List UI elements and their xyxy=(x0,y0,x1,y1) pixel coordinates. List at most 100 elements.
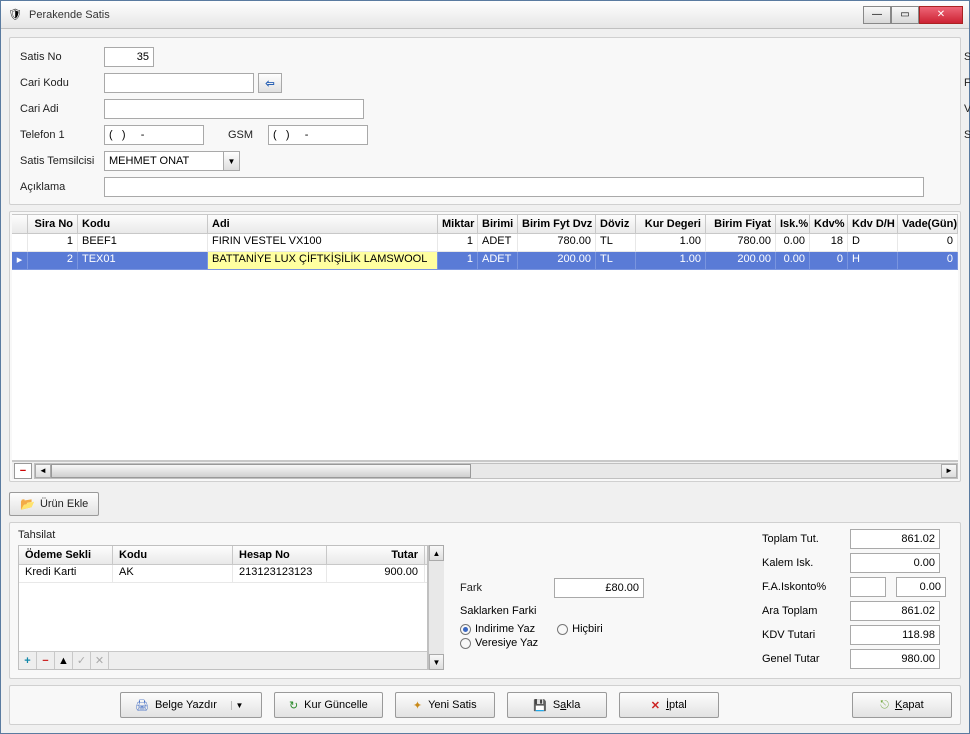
urun-ekle-button[interactable]: 📂Ürün Ekle xyxy=(9,492,99,516)
cell-odeme[interactable]: Kredi Karti xyxy=(19,565,113,582)
table-row[interactable]: 1BEEF1FIRIN VESTEL VX1001ADET780.00TL1.0… xyxy=(12,234,958,252)
cell-kur[interactable]: 1.00 xyxy=(636,252,706,270)
genel-tutar-value[interactable] xyxy=(850,649,940,669)
cell-hesap[interactable]: 213123123123 xyxy=(233,565,327,582)
cell-vade[interactable]: 0 xyxy=(898,252,958,270)
chevron-down-icon[interactable]: ▼ xyxy=(231,701,247,710)
cell-bfd[interactable]: 200.00 xyxy=(518,252,596,270)
table-row[interactable]: Kredi KartiAK213123123123900.00 xyxy=(19,565,427,583)
kalem-isk-value[interactable] xyxy=(850,553,940,573)
cell-doviz[interactable]: TL xyxy=(596,252,636,270)
label-aciklama: Açıklama xyxy=(20,181,100,193)
cell-tutar[interactable]: 900.00 xyxy=(327,565,425,582)
tcol-odeme[interactable]: Ödeme Sekli xyxy=(19,546,113,564)
cari-kodu-lookup-button[interactable]: ⇦ xyxy=(258,73,282,93)
fa-iskonto-value[interactable] xyxy=(896,577,946,597)
kur-guncelle-button[interactable]: ↻Kur Güncelle xyxy=(274,692,383,718)
tahsilat-grid-body[interactable]: Kredi KartiAK213123123123900.00 xyxy=(19,565,427,651)
maximize-button[interactable]: ▭ xyxy=(891,6,919,24)
cari-kodu-input[interactable] xyxy=(104,73,254,93)
col-sira[interactable]: Sira No xyxy=(28,215,78,233)
aciklama-input[interactable] xyxy=(104,177,924,197)
cell-kdh[interactable]: H xyxy=(848,252,898,270)
cell-birimi[interactable]: ADET xyxy=(478,234,518,252)
satis-no-input[interactable] xyxy=(104,47,154,67)
cell-kdv[interactable]: 18 xyxy=(810,234,848,252)
cell-adi[interactable]: FIRIN VESTEL VX100 xyxy=(208,234,438,252)
cell-birimi[interactable]: ADET xyxy=(478,252,518,270)
cell-kur[interactable]: 1.00 xyxy=(636,234,706,252)
col-kdv[interactable]: Kdv% xyxy=(810,215,848,233)
label-telefon1: Telefon 1 xyxy=(20,129,100,141)
nav-add-button[interactable]: + xyxy=(19,652,37,669)
cell-bfd[interactable]: 780.00 xyxy=(518,234,596,252)
cell-vade[interactable]: 0 xyxy=(898,234,958,252)
tcol-kodu[interactable]: Kodu xyxy=(113,546,233,564)
cari-adi-input[interactable] xyxy=(104,99,364,119)
col-birimi[interactable]: Birimi xyxy=(478,215,518,233)
nav-cancel-button[interactable]: ✕ xyxy=(91,652,109,669)
kdv-tutari-value[interactable] xyxy=(850,625,940,645)
cell-isk[interactable]: 0.00 xyxy=(776,252,810,270)
iptal-button[interactable]: ✕İptal xyxy=(619,692,719,718)
tahsilat-vscroll[interactable]: ▲ ▼ xyxy=(428,545,444,670)
col-doviz[interactable]: Döviz xyxy=(596,215,636,233)
col-isk[interactable]: Isk.% xyxy=(776,215,810,233)
radio-veresiye-yaz[interactable]: Veresiye Yaz xyxy=(460,637,644,649)
satis-temsilcisi-select[interactable] xyxy=(104,151,224,171)
cell-kodu[interactable]: BEEF1 xyxy=(78,234,208,252)
radio-hicbiri[interactable]: Hiçbiri xyxy=(557,623,603,635)
tcol-hesap[interactable]: Hesap No xyxy=(233,546,327,564)
cell-adi[interactable]: BATTANİYE LUX ÇİFTKİŞİLİK LAMSWOOL xyxy=(208,252,438,270)
yeni-satis-button[interactable]: ✦Yeni Satis xyxy=(395,692,495,718)
scroll-left-icon[interactable]: ◄ xyxy=(35,464,51,478)
print-icon: 🖨 xyxy=(135,699,149,712)
scroll-right-icon[interactable]: ► xyxy=(941,464,957,478)
fark-input[interactable] xyxy=(554,578,644,598)
cell-isk[interactable]: 0.00 xyxy=(776,234,810,252)
nav-remove-button[interactable]: − xyxy=(37,652,55,669)
col-kodu[interactable]: Kodu xyxy=(78,215,208,233)
col-miktar[interactable]: Miktar xyxy=(438,215,478,233)
delete-row-button[interactable]: − xyxy=(14,463,32,479)
scroll-up-icon[interactable]: ▲ xyxy=(429,545,444,561)
col-adi[interactable]: Adi xyxy=(208,215,438,233)
kapat-button[interactable]: ⎋Kapat xyxy=(852,692,952,718)
nav-post-button[interactable]: ✓ xyxy=(73,652,91,669)
close-button[interactable]: ✕ xyxy=(919,6,963,24)
nav-edit-button[interactable]: ▲ xyxy=(55,652,73,669)
cell-miktar[interactable]: 1 xyxy=(438,234,478,252)
cell-miktar[interactable]: 1 xyxy=(438,252,478,270)
cell-bf[interactable]: 780.00 xyxy=(706,234,776,252)
col-birim-fiyat[interactable]: Birim Fiyat xyxy=(706,215,776,233)
cell-kdv[interactable]: 0 xyxy=(810,252,848,270)
cell-sira[interactable]: 2 xyxy=(28,252,78,270)
col-kur[interactable]: Kur Degeri xyxy=(636,215,706,233)
cell-doviz[interactable]: TL xyxy=(596,234,636,252)
items-grid-body[interactable]: 1BEEF1FIRIN VESTEL VX1001ADET780.00TL1.0… xyxy=(12,234,958,461)
ara-toplam-value[interactable] xyxy=(850,601,940,621)
toplam-tut-value[interactable] xyxy=(850,529,940,549)
cell-kodu[interactable]: AK xyxy=(113,565,233,582)
telefon1-input[interactable] xyxy=(104,125,204,145)
table-row[interactable]: ▸2TEX01BATTANİYE LUX ÇİFTKİŞİLİK LAMSWOO… xyxy=(12,252,958,270)
col-vade[interactable]: Vade(Gün) xyxy=(898,215,958,233)
cell-sira[interactable]: 1 xyxy=(28,234,78,252)
sakla-button[interactable]: 💾Sakla xyxy=(507,692,607,718)
horizontal-scrollbar[interactable]: ◄ ► xyxy=(34,463,958,479)
scroll-down-icon[interactable]: ▼ xyxy=(429,654,444,670)
col-kdv-dh[interactable]: Kdv D/H xyxy=(848,215,898,233)
chevron-down-icon[interactable]: ▼ xyxy=(224,151,240,171)
cell-kdh[interactable]: D xyxy=(848,234,898,252)
cell-kodu[interactable]: TEX01 xyxy=(78,252,208,270)
fa-iskonto-pct[interactable] xyxy=(850,577,886,597)
cell-bf[interactable]: 200.00 xyxy=(706,252,776,270)
minimize-button[interactable]: — xyxy=(863,6,891,24)
col-birim-fyt-dvz[interactable]: Birim Fyt Dvz xyxy=(518,215,596,233)
label-toplam-tut: Toplam Tut. xyxy=(762,533,842,545)
gsm-input[interactable] xyxy=(268,125,368,145)
belge-yazdir-button[interactable]: 🖨Belge Yazdır▼ xyxy=(120,692,262,718)
tcol-tutar[interactable]: Tutar xyxy=(327,546,425,564)
scroll-thumb[interactable] xyxy=(51,464,471,478)
radio-indirime-yaz[interactable]: Indirime Yaz xyxy=(460,623,535,635)
